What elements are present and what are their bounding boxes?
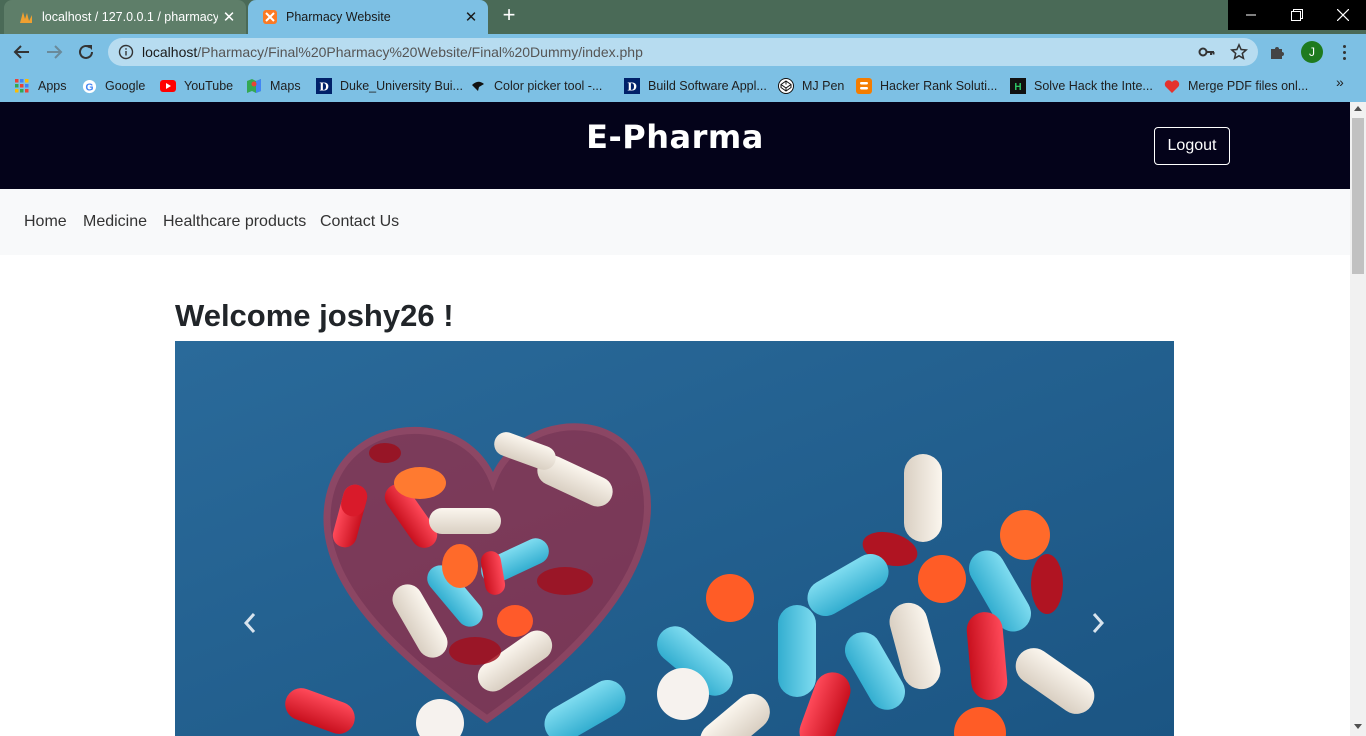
profile-avatar[interactable]: J bbox=[1301, 41, 1323, 63]
svg-text:D: D bbox=[627, 81, 637, 94]
scroll-down-arrow-icon[interactable] bbox=[1354, 724, 1362, 729]
duke-icon: D bbox=[624, 78, 640, 94]
tab-phpmyadmin[interactable]: localhost / 127.0.0.1 / pharmacy ✕ bbox=[4, 0, 246, 34]
bookmark-hacker-rank-solutions[interactable]: Hacker Rank Soluti... bbox=[856, 77, 997, 95]
close-window-icon[interactable] bbox=[1320, 0, 1366, 30]
carousel-next-chevron-icon[interactable] bbox=[1088, 609, 1108, 637]
scroll-thumb[interactable] bbox=[1352, 118, 1364, 274]
svg-text:D: D bbox=[319, 81, 329, 94]
bookmarks-bar: Apps G Google YouTube Maps D Duke_Univer… bbox=[0, 70, 1366, 102]
tab-title: localhost / 127.0.0.1 / pharmacy bbox=[42, 10, 218, 24]
address-bar[interactable]: localhost/Pharmacy/Final%20Pharmacy%20We… bbox=[108, 38, 1258, 66]
bookmark-build-software[interactable]: D Build Software Appl... bbox=[624, 77, 767, 95]
bookmark-label: Hacker Rank Soluti... bbox=[880, 79, 998, 93]
apps-grid-icon bbox=[14, 78, 30, 94]
extensions-puzzle-icon[interactable] bbox=[1268, 43, 1286, 61]
color-picker-icon bbox=[470, 78, 486, 94]
more-bookmarks-chevron-icon[interactable]: » bbox=[1336, 74, 1344, 90]
nav-medicine[interactable]: Medicine bbox=[83, 213, 147, 231]
hero-carousel bbox=[175, 341, 1174, 736]
svg-text:G: G bbox=[85, 82, 93, 93]
back-arrow-icon[interactable] bbox=[10, 40, 34, 64]
youtube-icon bbox=[160, 78, 176, 94]
bookmark-apps[interactable]: Apps bbox=[14, 77, 67, 95]
scroll-up-arrow-icon[interactable] bbox=[1354, 106, 1362, 111]
bookmark-merge-pdf[interactable]: Merge PDF files onl... bbox=[1164, 77, 1308, 95]
bookmark-mj-pen[interactable]: MJ Pen bbox=[778, 77, 844, 95]
url-text[interactable]: localhost/Pharmacy/Final%20Pharmacy%20We… bbox=[142, 44, 643, 60]
minimize-icon[interactable] bbox=[1228, 0, 1274, 30]
browser-toolbar: localhost/Pharmacy/Final%20Pharmacy%20We… bbox=[0, 34, 1366, 70]
duke-icon: D bbox=[316, 78, 332, 94]
bookmark-label: Solve Hack the Inte... bbox=[1034, 79, 1153, 93]
nav-home[interactable]: Home bbox=[24, 213, 67, 231]
nav-contact-us[interactable]: Contact Us bbox=[320, 213, 399, 231]
close-tab-icon[interactable]: ✕ bbox=[460, 8, 482, 26]
restore-icon[interactable] bbox=[1274, 0, 1320, 30]
bookmark-hack-the-interview[interactable]: H Solve Hack the Inte... bbox=[1010, 77, 1153, 95]
bookmark-google[interactable]: G Google bbox=[81, 77, 145, 95]
bookmark-label: Apps bbox=[38, 79, 67, 93]
kebab-menu-icon[interactable] bbox=[1334, 42, 1354, 62]
info-icon[interactable] bbox=[118, 44, 134, 60]
reload-icon[interactable] bbox=[74, 40, 98, 64]
bookmark-label: Duke_University Bui... bbox=[340, 79, 463, 93]
blogger-icon bbox=[856, 78, 872, 94]
page-scrollbar[interactable] bbox=[1350, 102, 1366, 736]
maps-icon bbox=[246, 78, 262, 94]
pills-heart-image bbox=[175, 341, 1174, 736]
hackerrank-icon: H bbox=[1010, 78, 1026, 94]
svg-text:H: H bbox=[1014, 82, 1021, 93]
site-nav: Home Medicine Healthcare products Contac… bbox=[0, 189, 1350, 255]
google-icon: G bbox=[81, 78, 97, 94]
phpmyadmin-icon bbox=[20, 12, 32, 23]
bookmark-star-icon[interactable] bbox=[1230, 43, 1248, 61]
bookmark-maps[interactable]: Maps bbox=[246, 77, 301, 95]
bookmark-label: Color picker tool -... bbox=[494, 79, 603, 93]
forward-arrow-icon[interactable] bbox=[42, 40, 66, 64]
bookmark-color-picker[interactable]: Color picker tool -... bbox=[470, 77, 602, 95]
bookmark-label: YouTube bbox=[184, 79, 234, 93]
carousel-prev-chevron-icon[interactable] bbox=[240, 609, 260, 637]
codepen-icon bbox=[778, 78, 794, 94]
new-tab-plus-icon[interactable]: + bbox=[497, 4, 521, 28]
tab-title: Pharmacy Website bbox=[286, 10, 391, 24]
nav-healthcare-products[interactable]: Healthcare products bbox=[163, 213, 306, 231]
logout-button[interactable]: Logout bbox=[1154, 127, 1230, 165]
page-viewport: E-Pharma Logout Home Medicine Healthcare… bbox=[0, 102, 1350, 736]
site-header: E-Pharma Logout bbox=[0, 102, 1350, 189]
bookmark-label: Merge PDF files onl... bbox=[1188, 79, 1309, 93]
xampp-icon bbox=[263, 10, 277, 24]
bookmark-label: MJ Pen bbox=[802, 79, 845, 93]
tab-strip: localhost / 127.0.0.1 / pharmacy ✕ Pharm… bbox=[0, 0, 1366, 34]
bookmark-duke[interactable]: D Duke_University Bui... bbox=[316, 77, 463, 95]
welcome-heading: Welcome joshy26 ! bbox=[175, 298, 454, 333]
bookmark-label: Google bbox=[105, 79, 146, 93]
tab-pharmacy-website[interactable]: Pharmacy Website ✕ bbox=[248, 0, 488, 34]
brand-logo[interactable]: E-Pharma bbox=[0, 118, 1350, 156]
heart-pdf-icon bbox=[1164, 78, 1180, 94]
bookmark-label: Build Software Appl... bbox=[648, 79, 767, 93]
bookmark-youtube[interactable]: YouTube bbox=[160, 77, 233, 95]
close-tab-icon[interactable]: ✕ bbox=[218, 8, 240, 26]
key-icon[interactable] bbox=[1198, 44, 1216, 60]
bookmark-label: Maps bbox=[270, 79, 301, 93]
